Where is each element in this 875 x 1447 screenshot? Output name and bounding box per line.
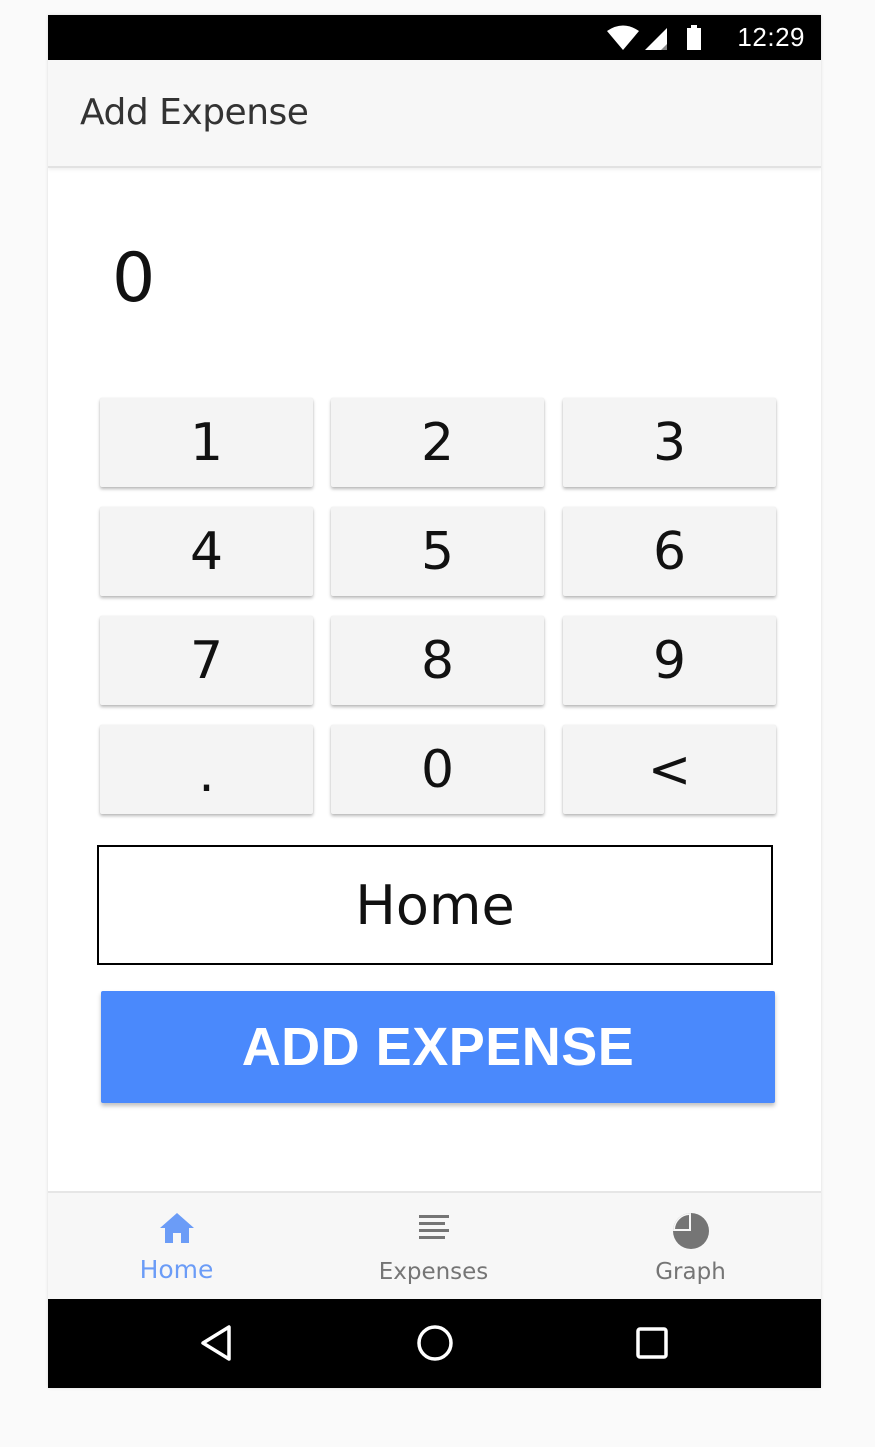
system-nav-bar [48, 1299, 821, 1388]
back-icon[interactable] [195, 1321, 239, 1365]
phone-screen: 12:29 Add Expense 0 1 2 3 4 5 6 7 8 9 . … [48, 15, 821, 1388]
status-icons [607, 25, 701, 50]
key-5[interactable]: 5 [331, 507, 544, 596]
nav-item-home[interactable]: Home [48, 1193, 305, 1301]
add-expense-button[interactable]: ADD EXPENSE [101, 991, 775, 1103]
app-bar: Add Expense [48, 60, 821, 168]
home-icon [159, 1213, 194, 1243]
cell-signal-icon [645, 28, 667, 50]
page-title: Add Expense [80, 92, 309, 133]
amount-display: 0 [112, 239, 156, 318]
wifi-icon [607, 25, 639, 50]
key-3[interactable]: 3 [563, 398, 776, 487]
key-backspace[interactable]: < [563, 725, 776, 814]
pie-chart-icon [672, 1213, 709, 1249]
category-selector[interactable]: Home [97, 845, 773, 965]
key-2[interactable]: 2 [331, 398, 544, 487]
battery-icon [687, 25, 701, 50]
key-decimal-label: . [198, 744, 215, 804]
status-bar: 12:29 [48, 15, 821, 60]
nav-item-graph[interactable]: Graph [562, 1193, 819, 1301]
key-0[interactable]: 0 [331, 725, 544, 814]
status-time: 12:29 [737, 22, 805, 52]
home-circle-icon[interactable] [413, 1321, 457, 1365]
key-decimal[interactable]: . [100, 725, 313, 814]
recents-icon[interactable] [630, 1321, 674, 1365]
key-9[interactable]: 9 [563, 616, 776, 705]
key-6[interactable]: 6 [563, 507, 776, 596]
nav-label-graph: Graph [655, 1259, 726, 1285]
nav-label-home: Home [139, 1255, 214, 1284]
nav-item-expenses[interactable]: Expenses [305, 1193, 562, 1301]
key-4[interactable]: 4 [100, 507, 313, 596]
key-8[interactable]: 8 [331, 616, 544, 705]
bottom-nav: Home Expenses Graph [48, 1191, 821, 1301]
list-icon [418, 1215, 449, 1239]
nav-label-expenses: Expenses [378, 1259, 489, 1285]
key-7[interactable]: 7 [100, 616, 313, 705]
key-1[interactable]: 1 [100, 398, 313, 487]
